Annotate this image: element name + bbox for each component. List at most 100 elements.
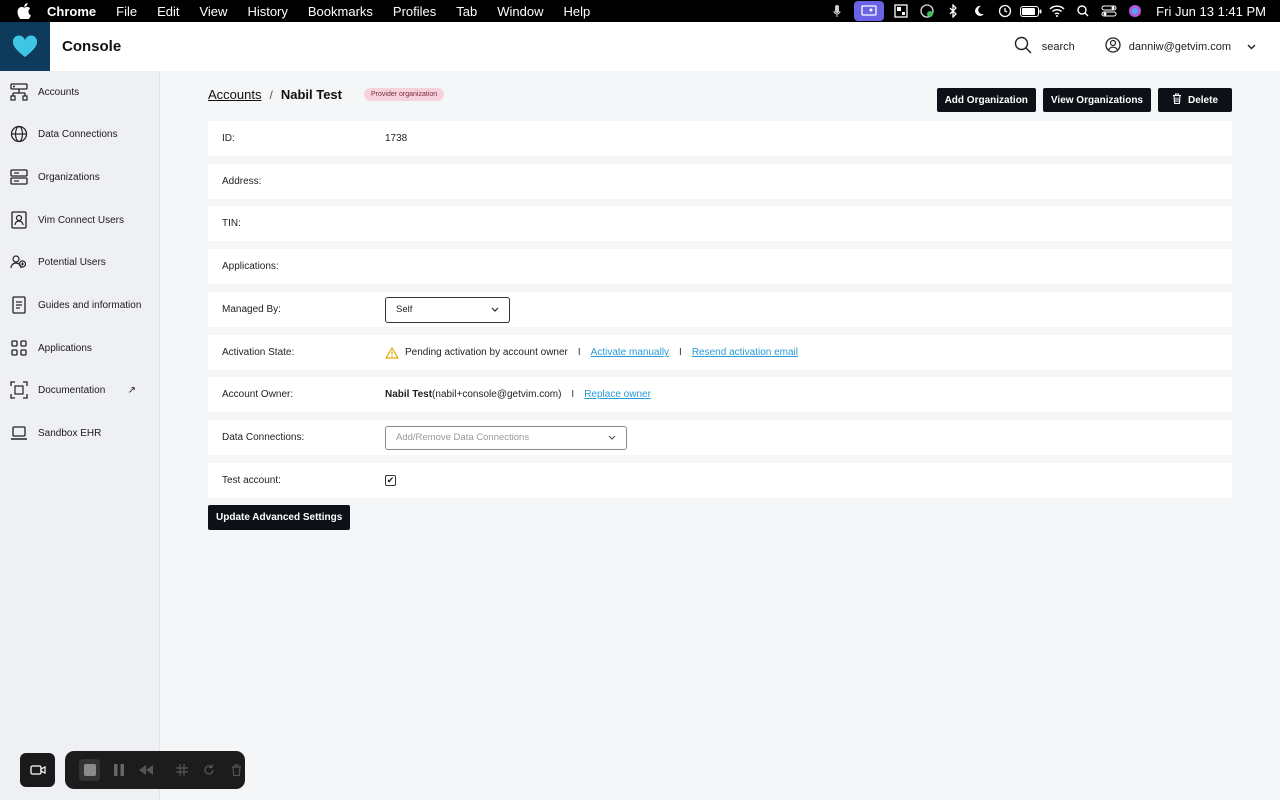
breadcrumb-accounts-link[interactable]: Accounts	[208, 87, 261, 102]
app-header: Console search danniw@getvim.com	[0, 22, 1280, 71]
sidebar-item-applications[interactable]: Applications	[0, 333, 160, 363]
scan-icon	[10, 381, 28, 399]
microphone-icon[interactable]	[824, 0, 850, 22]
menu-edit[interactable]: Edit	[157, 4, 179, 19]
window-layout-icon[interactable]	[888, 0, 914, 22]
trash-icon[interactable]	[228, 761, 245, 779]
data-connections-placeholder: Add/Remove Data Connections	[396, 432, 530, 443]
search-icon[interactable]	[1014, 36, 1032, 57]
laptop-icon	[10, 424, 28, 442]
grid-lines-icon[interactable]	[173, 761, 190, 779]
page-title: Nabil Test	[280, 87, 342, 102]
view-organizations-button[interactable]: View Organizations	[1042, 88, 1151, 112]
pause-icon[interactable]	[110, 761, 127, 779]
siri-icon[interactable]	[1122, 0, 1148, 22]
stop-icon	[83, 764, 96, 776]
applications-label: Applications:	[222, 261, 279, 272]
moon-icon[interactable]	[966, 0, 992, 22]
sidebar-item-potential-users[interactable]: Potential Users	[0, 247, 160, 277]
sidebar-item-label: Guides and information	[38, 299, 142, 311]
recorder-controls	[65, 751, 245, 789]
user-menu[interactable]: danniw@getvim.com	[1105, 37, 1256, 56]
field-row-applications: Applications:	[208, 249, 1232, 284]
users-icon	[10, 253, 28, 271]
menu-file[interactable]: File	[116, 4, 137, 19]
stop-recording-button[interactable]	[79, 759, 101, 781]
sidebar-item-organizations[interactable]: Organizations	[0, 162, 160, 192]
menu-help[interactable]: Help	[564, 4, 591, 19]
breadcrumb-separator: /	[269, 87, 273, 102]
field-row-test-account: Test account: ✔	[208, 463, 1232, 498]
separator: I	[679, 347, 682, 358]
macos-menu-bar: Chrome File Edit View History Bookmarks …	[0, 0, 1280, 22]
test-account-label: Test account:	[222, 475, 281, 486]
chevron-down-icon[interactable]	[1247, 41, 1256, 53]
warning-icon	[385, 346, 399, 359]
delete-button[interactable]: Delete	[1157, 88, 1232, 112]
replace-owner-link[interactable]: Replace owner	[584, 389, 651, 400]
activate-manually-link[interactable]: Activate manually	[591, 347, 669, 358]
server-icon	[10, 168, 28, 186]
sidebar-item-data-connections[interactable]: Data Connections	[0, 119, 160, 149]
owner-name: Nabil Test	[385, 389, 433, 400]
field-row-account-owner: Account Owner: Nabil Test (nabil+console…	[208, 377, 1232, 412]
control-center-icon[interactable]	[1096, 0, 1122, 22]
heart-logo-icon	[12, 34, 38, 57]
spotlight-search-icon[interactable]	[1070, 0, 1096, 22]
menu-bar-clock[interactable]: Fri Jun 13 1:41 PM	[1156, 4, 1266, 19]
menu-tab[interactable]: Tab	[456, 4, 477, 19]
add-organization-button[interactable]: Add Organization	[936, 88, 1036, 112]
wifi-icon[interactable]	[1044, 0, 1070, 22]
sidebar-item-label: Data Connections	[38, 128, 118, 140]
menu-window[interactable]: Window	[497, 4, 543, 19]
field-row-address: Address:	[208, 164, 1232, 199]
id-label: ID:	[222, 133, 235, 144]
bluetooth-icon[interactable]	[940, 0, 966, 22]
time-machine-icon[interactable]	[992, 0, 1018, 22]
screen-share-icon[interactable]	[854, 1, 885, 21]
sidebar-item-sandbox-ehr[interactable]: Sandbox EHR	[0, 418, 160, 448]
menu-history[interactable]: History	[247, 4, 287, 19]
document-icon	[10, 296, 28, 314]
sidebar-item-documentation[interactable]: Documentation ↗	[0, 375, 160, 405]
sidebar: Accounts Data Connections Organizations …	[0, 71, 160, 800]
sidebar-item-accounts[interactable]: Accounts	[0, 77, 160, 107]
separator: I	[577, 347, 581, 358]
apple-icon[interactable]	[17, 3, 33, 19]
account-owner-label: Account Owner:	[222, 389, 294, 400]
status-badge: Provider organization	[364, 88, 445, 101]
sidebar-item-label: Accounts	[38, 86, 80, 98]
owner-email: (nabil+console@getvim.com)	[432, 389, 562, 400]
managed-by-value: Self	[396, 304, 413, 315]
sidebar-item-label: Vim Connect Users	[38, 214, 124, 226]
data-connections-select[interactable]: Add/Remove Data Connections	[385, 425, 627, 450]
external-link-icon: ↗	[127, 384, 136, 396]
resend-activation-link[interactable]: Resend activation email	[692, 347, 798, 358]
managed-by-label: Managed By:	[222, 304, 281, 315]
delete-label: Delete	[1187, 94, 1218, 106]
trash-icon	[1172, 93, 1182, 107]
sidebar-item-label: Documentation	[38, 384, 106, 396]
menu-profiles[interactable]: Profiles	[393, 4, 436, 19]
menu-bookmarks[interactable]: Bookmarks	[308, 4, 373, 19]
battery-icon[interactable]	[1018, 0, 1044, 22]
recorder-camera-button[interactable]	[20, 753, 55, 787]
test-account-checkbox[interactable]: ✔	[385, 475, 396, 486]
header-search[interactable]: search	[1014, 36, 1075, 57]
update-advanced-settings-button[interactable]: Update Advanced Settings	[208, 505, 351, 530]
restart-icon[interactable]	[200, 761, 217, 779]
search-label[interactable]: search	[1042, 41, 1075, 53]
user-email[interactable]: danniw@getvim.com	[1129, 41, 1231, 53]
user-badge-icon	[10, 211, 28, 229]
sidebar-item-label: Potential Users	[38, 256, 106, 268]
sidebar-item-guides[interactable]: Guides and information	[0, 290, 160, 320]
vim-logo[interactable]	[0, 22, 50, 71]
sidebar-item-vim-connect-users[interactable]: Vim Connect Users	[0, 205, 160, 235]
menu-chrome[interactable]: Chrome	[47, 4, 96, 19]
id-value: 1738	[385, 133, 408, 144]
managed-by-select[interactable]: Self	[385, 296, 510, 323]
rewind-icon[interactable]	[138, 761, 155, 779]
vpn-globe-icon[interactable]	[914, 0, 940, 22]
activation-state-label: Activation State:	[222, 347, 295, 358]
menu-view[interactable]: View	[199, 4, 227, 19]
